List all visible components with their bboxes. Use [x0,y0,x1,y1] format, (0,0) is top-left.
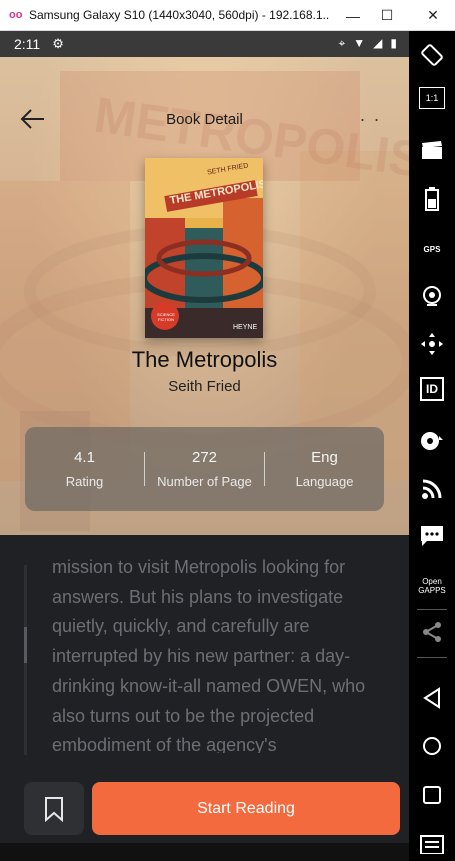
stat-label: Language [295,474,354,489]
device-id-button[interactable]: ID [420,377,444,401]
book-title: The Metropolis [131,347,278,372]
battery-icon[interactable] [417,184,447,214]
window-titlebar: oo Samsung Galaxy S10 (1440x3040, 560dpi… [0,0,455,31]
book-stats-panel: 4.1 Rating 272 Number of Page Eng Langua… [25,427,384,511]
stat-label: Number of Page [157,474,252,489]
page-title: Book Detail [166,111,243,128]
rss-icon[interactable] [417,474,447,504]
stat-value: Eng [311,449,338,466]
location-icon: ⌖ [338,36,346,50]
phone-screen: METROPOLIST 2:11 ⚙ ⌖ ▼ ◢ ▮ Book Detail .… [0,31,409,861]
battery-icon: ▮ [390,36,397,50]
gps-button[interactable]: GPS [417,234,447,264]
cover-publisher-text: HEYNE [233,324,258,331]
bookmark-button[interactable] [24,782,84,835]
stat-pages: 272 Number of Page [145,449,264,489]
book-cover[interactable]: THE METROPOLIST SETH FRIED SCIENCE FICTI… [145,158,263,338]
stat-value: 272 [191,449,218,466]
share-icon[interactable] [417,617,447,647]
scrollbar-thumb[interactable] [24,627,27,663]
signal-icon: ◢ [373,36,383,50]
home-icon[interactable] [417,731,447,761]
status-time: 2:11 [14,36,41,52]
wifi-icon: ▼ [353,36,366,50]
pixel-perfect-button[interactable]: 1:1 [419,87,445,109]
book-author: Seith Fried [168,378,241,395]
rotate-icon[interactable] [417,40,447,70]
stat-rating: 4.1 Rating [25,449,144,489]
back-icon[interactable] [417,683,447,713]
app-header: Book Detail . . [0,101,409,141]
minimize-button[interactable]: — [336,0,370,31]
dpad-icon[interactable] [417,329,447,359]
toolbar-divider [417,657,447,658]
gear-icon: ⚙ [52,36,64,51]
start-reading-button[interactable]: Start Reading [92,782,400,835]
stat-language: Eng Language [265,449,384,489]
close-button[interactable]: ✕ [416,0,450,31]
book-description: mission to visit Metropolis looking for … [52,557,366,753]
cover-badge-text: SCIENCE FICTION [157,312,175,322]
maximize-button[interactable]: ☐ [370,0,404,31]
window-title: Samsung Galaxy S10 (1440x3040, 560dpi) -… [29,8,329,22]
recents-icon[interactable] [417,780,447,810]
status-bar: 2:11 ⚙ ⌖ ▼ ◢ ▮ [0,31,409,57]
disk-icon[interactable] [417,426,447,456]
emulator-toolbar: 1:1 GPS ID Open GAPPS [409,31,455,861]
webcam-icon[interactable] [417,281,447,311]
chat-icon[interactable] [417,521,447,551]
emulator-window: oo Samsung Galaxy S10 (1440x3040, 560dpi… [0,0,455,861]
bookmark-icon [45,796,63,822]
more-options-button[interactable]: . . [360,105,381,126]
open-gapps-button[interactable]: Open GAPPS [417,571,447,601]
android-nav-bar [0,843,409,861]
status-icons: ⌖ ▼ ◢ ▮ [339,36,398,51]
stat-label: Rating [65,474,104,489]
menu-icon[interactable] [417,828,447,858]
stat-value: 4.1 [74,449,95,466]
clapperboard-icon[interactable] [417,135,447,165]
genymotion-icon: oo [9,9,23,21]
toolbar-divider [417,609,447,610]
